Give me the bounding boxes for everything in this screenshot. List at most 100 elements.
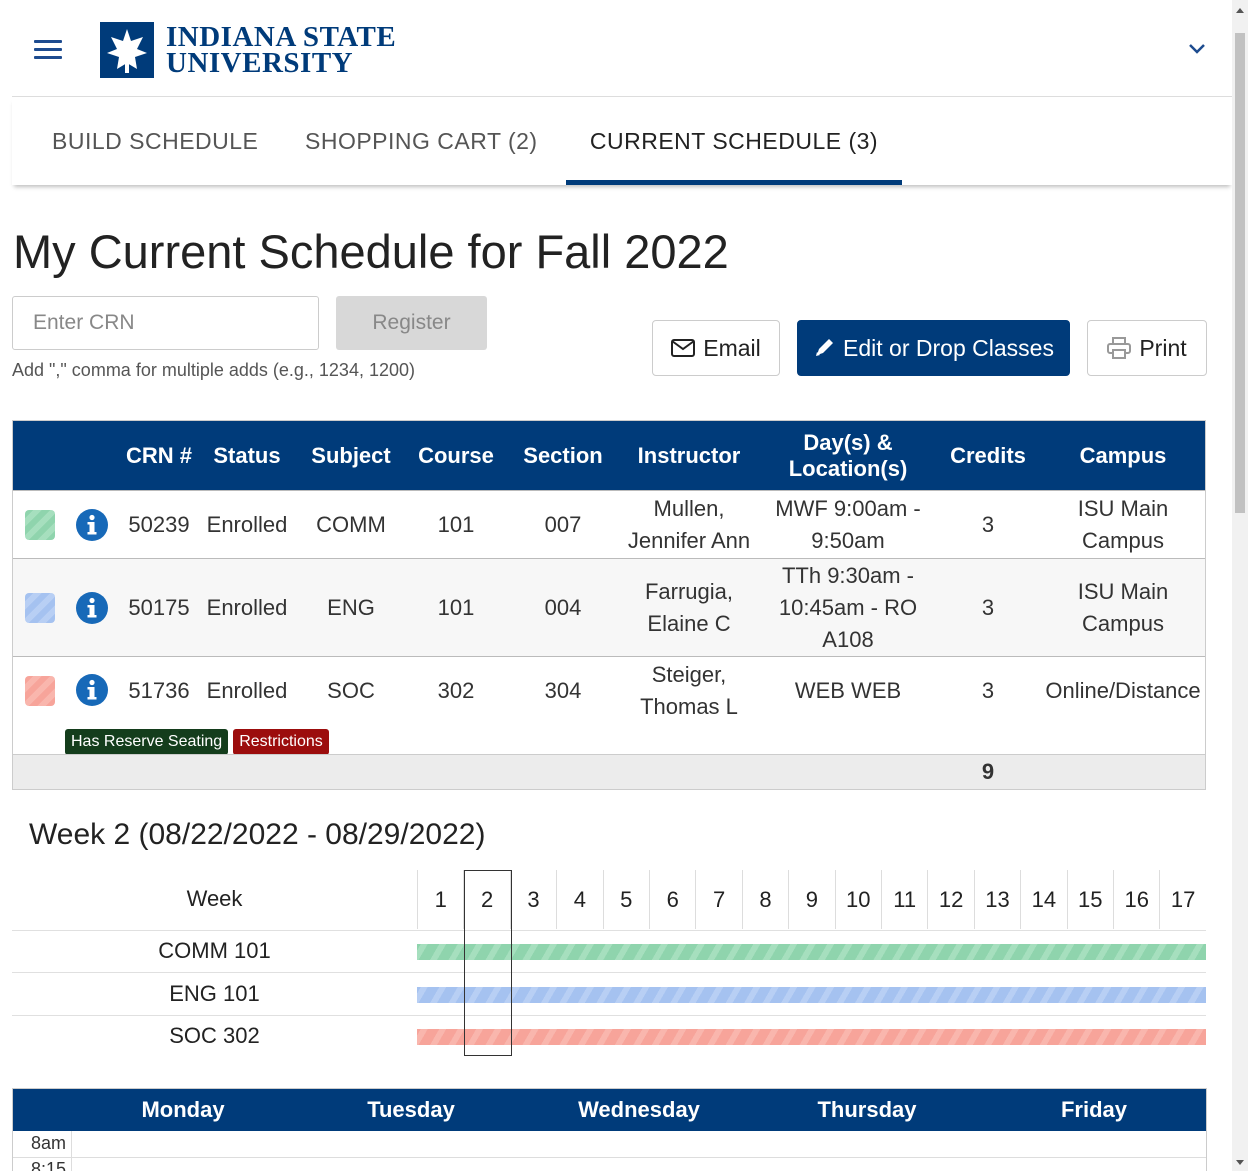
- info-icon[interactable]: [76, 509, 108, 541]
- subject-cell: ENG: [327, 594, 375, 620]
- reserve-seating-badge[interactable]: Has Reserve Seating: [65, 729, 229, 755]
- col-days-location[interactable]: Day(s) & Location(s): [773, 421, 923, 490]
- campus-cell: Online/Distance: [1045, 678, 1201, 703]
- days-location-cell: TTh 9:30am - 10:45am - RO A108: [778, 562, 918, 652]
- tab-current-schedule[interactable]: CURRENT SCHEDULE (3): [566, 97, 902, 185]
- week-header-label: Week: [186, 886, 243, 911]
- restrictions-badge[interactable]: Restrictions: [233, 729, 329, 755]
- days-location-cell: WEB WEB: [794, 678, 902, 703]
- week-number[interactable]: 13: [973, 870, 1020, 929]
- course-color-swatch[interactable]: [25, 510, 55, 540]
- week-title: Week 2 (08/22/2022 - 08/29/2022): [29, 818, 486, 851]
- maple-leaf-logo-icon: [100, 22, 154, 78]
- email-label: Email: [703, 334, 761, 361]
- col-course[interactable]: Course: [411, 421, 501, 490]
- week-number[interactable]: 5: [602, 870, 649, 929]
- week-number[interactable]: 11: [881, 870, 927, 929]
- divider: [12, 930, 1206, 931]
- course-color-swatch[interactable]: [25, 593, 55, 623]
- week-number[interactable]: 15: [1066, 870, 1113, 929]
- col-instructor[interactable]: Instructor: [625, 421, 753, 490]
- envelope-icon: [671, 339, 696, 357]
- hamburger-menu-icon[interactable]: [34, 40, 62, 62]
- instructor-cell: Steiger, Thomas L: [640, 662, 738, 719]
- time-label: 8am: [31, 1133, 67, 1153]
- course-bar-comm: [417, 944, 1206, 960]
- week-number[interactable]: 6: [649, 870, 695, 929]
- week-number[interactable]: 14: [1020, 870, 1066, 929]
- week-number[interactable]: 8: [741, 870, 788, 929]
- subject-cell: COMM: [316, 511, 386, 537]
- week-number[interactable]: 1: [417, 870, 463, 929]
- page-scrollbar[interactable]: [1232, 0, 1248, 1171]
- print-label: Print: [1139, 334, 1187, 361]
- course-label-eng: ENG 101: [169, 981, 260, 1006]
- divider: [12, 1015, 1206, 1016]
- logo-line-2: UNIVERSITY: [166, 47, 354, 79]
- instructor-cell: Farrugia, Elaine C: [644, 578, 734, 636]
- course-color-swatch[interactable]: [25, 676, 55, 706]
- campus-cell: ISU Main Campus: [1077, 495, 1169, 553]
- week-number[interactable]: 3: [509, 870, 556, 929]
- current-week-highlight: [464, 870, 512, 1056]
- credits-cell: 3: [981, 678, 995, 703]
- col-campus[interactable]: Campus: [1043, 421, 1203, 490]
- col-credits[interactable]: Credits: [943, 421, 1033, 490]
- week-number[interactable]: 7: [695, 870, 741, 929]
- table-row: 50239 Enrolled COMM 101 007 Mullen, Jenn…: [13, 490, 1205, 558]
- time-label: 8:15: [31, 1159, 67, 1171]
- calendar-header: Monday Tuesday Wednesday Thursday Friday: [13, 1089, 1206, 1131]
- edit-or-drop-classes-button[interactable]: Edit or Drop Classes: [797, 320, 1070, 376]
- pencil-icon: [816, 339, 834, 356]
- week-number[interactable]: 9: [788, 870, 834, 929]
- scroll-thumb[interactable]: [1235, 33, 1245, 513]
- edit-label: Edit or Drop Classes: [843, 334, 1054, 361]
- credits-cell: 3: [981, 511, 995, 537]
- status-cell: Enrolled: [206, 678, 288, 703]
- email-button[interactable]: Email: [652, 320, 780, 376]
- schedule-table: CRN # Status Subject Course Section Inst…: [12, 420, 1206, 790]
- crn-input[interactable]: [12, 296, 319, 350]
- site-header: INDIANA STATE UNIVERSITY: [12, 0, 1232, 97]
- schedule-tabs: BUILD SCHEDULE SHOPPING CART (2) CURRENT…: [12, 97, 1232, 185]
- university-logo[interactable]: INDIANA STATE UNIVERSITY: [100, 22, 396, 78]
- info-icon[interactable]: [76, 592, 108, 624]
- logo-wordmark: INDIANA STATE UNIVERSITY: [166, 23, 396, 79]
- crn-hint: Add "," comma for multiple adds (e.g., 1…: [12, 360, 415, 380]
- col-section[interactable]: Section: [517, 421, 609, 490]
- scroll-up-icon[interactable]: [1236, 8, 1244, 13]
- col-status[interactable]: Status: [201, 421, 293, 490]
- col-crn[interactable]: CRN #: [123, 421, 195, 490]
- scroll-down-icon[interactable]: [1236, 1160, 1244, 1165]
- tab-build-schedule[interactable]: BUILD SCHEDULE: [52, 97, 258, 185]
- printer-icon: [1107, 337, 1132, 359]
- instructor-cell: Mullen, Jennifer Ann: [627, 495, 751, 553]
- course-bar-eng: [417, 987, 1206, 1003]
- course-cell: 101: [437, 511, 475, 537]
- status-cell: Enrolled: [206, 511, 288, 537]
- credits-cell: 3: [981, 594, 995, 620]
- week-grid: Week 1 2 3 4 5 6 7 8 9 10 11 12 13 14 15 16 17 COMM 101 …: [12, 870, 1206, 1056]
- register-button[interactable]: Register: [336, 296, 487, 350]
- chevron-down-icon[interactable]: [1186, 38, 1208, 60]
- time-divider: [13, 1157, 1206, 1158]
- day-friday: Friday: [1060, 1097, 1128, 1122]
- day-thursday: Thursday: [817, 1097, 917, 1122]
- week-number[interactable]: 12: [927, 870, 973, 929]
- tab-shopping-cart[interactable]: SHOPPING CART (2): [305, 97, 538, 185]
- page-title: My Current Schedule for Fall 2022: [13, 225, 729, 278]
- week-number[interactable]: 17: [1159, 870, 1205, 929]
- col-subject[interactable]: Subject: [303, 421, 399, 490]
- subject-cell: SOC: [327, 678, 375, 703]
- section-cell: 007: [544, 511, 582, 537]
- print-button[interactable]: Print: [1087, 320, 1207, 376]
- course-cell: 302: [437, 678, 475, 703]
- week-number[interactable]: 4: [556, 870, 602, 929]
- week-number[interactable]: 10: [834, 870, 881, 929]
- day-tuesday: Tuesday: [367, 1097, 455, 1122]
- info-icon[interactable]: [76, 674, 108, 706]
- week-number[interactable]: 16: [1113, 870, 1159, 929]
- crn-cell: 50175: [128, 594, 190, 620]
- badge-group: Has Reserve Seating Restrictions: [65, 729, 329, 755]
- section-cell: 304: [544, 678, 582, 703]
